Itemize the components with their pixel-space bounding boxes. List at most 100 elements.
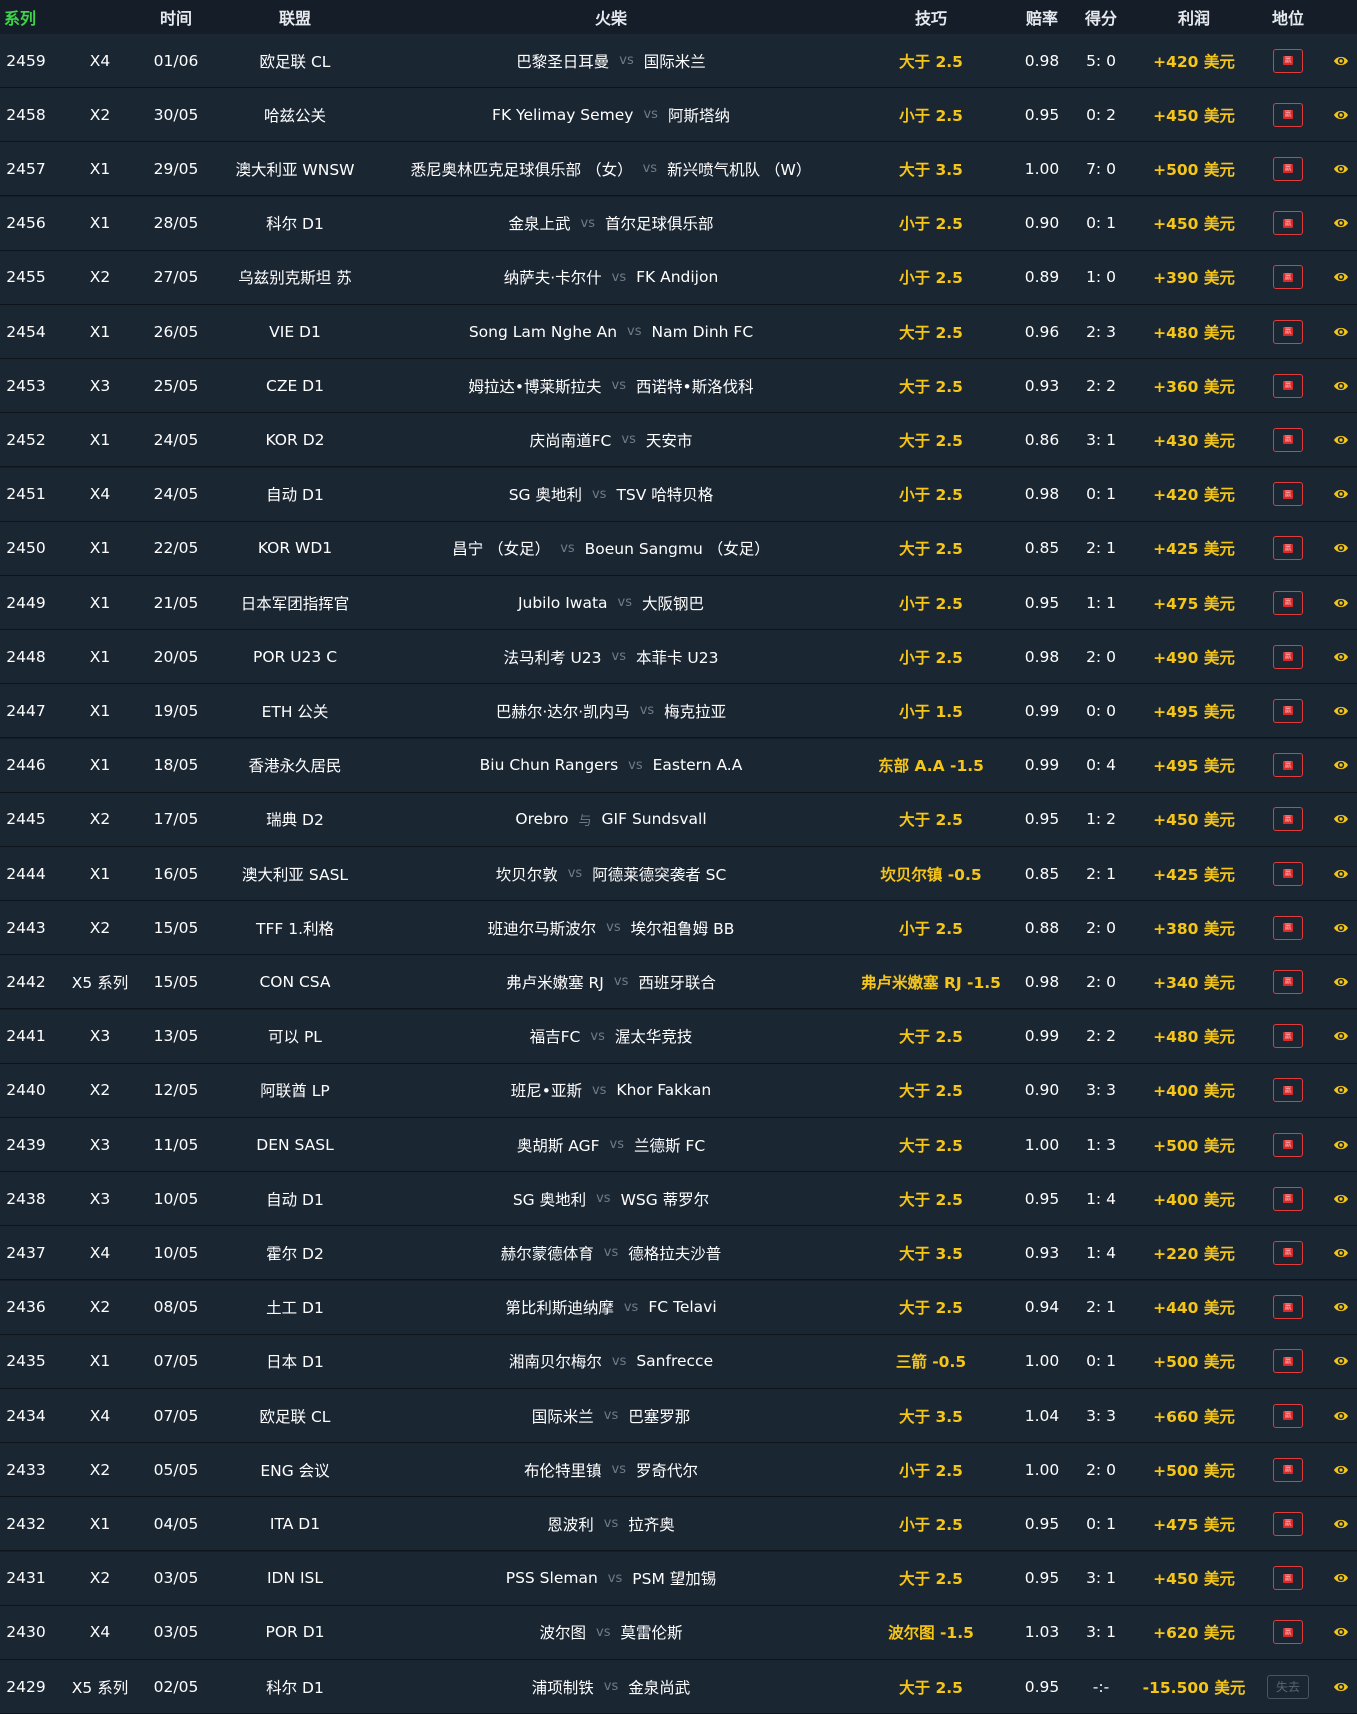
eye-icon[interactable] <box>1333 1571 1349 1585</box>
table-row[interactable]: 2431 X2 03/05 IDN ISL PSS Sleman vs PSM … <box>0 1551 1357 1606</box>
eye-icon[interactable] <box>1333 541 1349 555</box>
eye-icon[interactable] <box>1333 596 1349 610</box>
view-details[interactable] <box>1324 34 1357 87</box>
table-row[interactable]: 2443 X2 15/05 TFF 1.利格 班迪尔马斯波尔 vs 埃尔祖鲁姆 … <box>0 901 1357 956</box>
view-details[interactable] <box>1324 1443 1357 1496</box>
table-row[interactable]: 2450 X1 22/05 KOR WD1 昌宁 （女足） vs Boeun S… <box>0 521 1357 576</box>
view-details[interactable] <box>1324 901 1357 954</box>
header-league[interactable]: 联盟 <box>212 0 378 34</box>
table-row[interactable]: 2453 X3 25/05 CZE D1 姆拉达•博莱斯拉夫 vs 西诺特•斯洛… <box>0 359 1357 414</box>
header-series[interactable]: 系列 <box>4 0 56 34</box>
view-details[interactable] <box>1324 793 1357 846</box>
view-details[interactable] <box>1324 576 1357 629</box>
eye-icon[interactable] <box>1333 1463 1349 1477</box>
eye-icon[interactable] <box>1333 704 1349 718</box>
view-details[interactable] <box>1324 1389 1357 1442</box>
view-details[interactable] <box>1324 522 1357 575</box>
eye-icon[interactable] <box>1333 108 1349 122</box>
view-details[interactable] <box>1324 305 1357 358</box>
row-match[interactable]: 赫尔蒙德体育 vs 德格拉夫沙普 <box>378 1226 844 1279</box>
eye-icon[interactable] <box>1333 1300 1349 1314</box>
eye-icon[interactable] <box>1333 812 1349 826</box>
row-match[interactable]: 悉尼奥林匹克足球俱乐部 （女） vs 新兴喷气机队 （W） <box>378 142 844 195</box>
row-match[interactable]: 浦项制铁 vs 金泉尚武 <box>378 1660 844 1713</box>
view-details[interactable] <box>1324 1606 1357 1659</box>
row-match[interactable]: 昌宁 （女足） vs Boeun Sangmu （女足） <box>378 522 844 575</box>
view-details[interactable] <box>1324 684 1357 737</box>
view-details[interactable] <box>1324 1118 1357 1171</box>
view-details[interactable] <box>1324 630 1357 683</box>
row-match[interactable]: Song Lam Nghe An vs Nam Dinh FC <box>378 305 844 358</box>
row-match[interactable]: 布伦特里镇 vs 罗奇代尔 <box>378 1443 844 1496</box>
row-match[interactable]: Biu Chun Rangers vs Eastern A.A <box>378 739 844 792</box>
table-row[interactable]: 2451 X4 24/05 自动 D1 SG 奥地利 vs TSV 哈特贝格 小… <box>0 467 1357 522</box>
table-row[interactable]: 2447 X1 19/05 ETH 公关 巴赫尔·达尔·凯内马 vs 梅克拉亚 … <box>0 684 1357 739</box>
table-row[interactable]: 2442 X5 系列 15/05 CON CSA 弗卢米嫩塞 RJ vs 西班牙… <box>0 955 1357 1010</box>
eye-icon[interactable] <box>1333 921 1349 935</box>
view-details[interactable] <box>1324 359 1357 412</box>
view-details[interactable] <box>1324 1010 1357 1063</box>
table-row[interactable]: 2441 X3 13/05 可以 PL 福吉FC vs 渥太华竞技 大于 2.5… <box>0 1009 1357 1064</box>
eye-icon[interactable] <box>1333 867 1349 881</box>
row-match[interactable]: SG 奥地利 vs TSV 哈特贝格 <box>378 468 844 521</box>
row-match[interactable]: 弗卢米嫩塞 RJ vs 西班牙联合 <box>378 955 844 1008</box>
header-time[interactable]: 时间 <box>140 0 212 34</box>
table-row[interactable]: 2458 X2 30/05 哈兹公关 FK Yelimay Semey vs 阿… <box>0 88 1357 143</box>
view-details[interactable] <box>1324 197 1357 250</box>
table-row[interactable]: 2455 X2 27/05 乌兹别克斯坦 苏 纳萨夫·卡尔什 vs FK And… <box>0 250 1357 305</box>
table-row[interactable]: 2444 X1 16/05 澳大利亚 SASL 坎贝尔敦 vs 阿德莱德突袭者 … <box>0 847 1357 901</box>
view-details[interactable] <box>1324 1281 1357 1334</box>
eye-icon[interactable] <box>1333 162 1349 176</box>
table-row[interactable]: 2433 X2 05/05 ENG 会议 布伦特里镇 vs 罗奇代尔 小于 2.… <box>0 1443 1357 1498</box>
eye-icon[interactable] <box>1333 1680 1349 1694</box>
table-row[interactable]: 2429 X5 系列 02/05 科尔 D1 浦项制铁 vs 金泉尚武 大于 2… <box>0 1660 1357 1714</box>
table-row[interactable]: 2440 X2 12/05 阿联酋 LP 班尼•亚斯 vs Khor Fakka… <box>0 1063 1357 1118</box>
eye-icon[interactable] <box>1333 650 1349 664</box>
row-match[interactable]: Jubilo Iwata vs 大阪钢巴 <box>378 576 844 629</box>
header-odds[interactable]: 赔率 <box>1018 0 1066 34</box>
view-details[interactable] <box>1324 1552 1357 1605</box>
row-match[interactable]: 班尼•亚斯 vs Khor Fakkan <box>378 1064 844 1117</box>
eye-icon[interactable] <box>1333 379 1349 393</box>
eye-icon[interactable] <box>1333 270 1349 284</box>
eye-icon[interactable] <box>1333 1354 1349 1368</box>
table-row[interactable]: 2456 X1 28/05 科尔 D1 金泉上武 vs 首尔足球俱乐部 小于 2… <box>0 196 1357 251</box>
eye-icon[interactable] <box>1333 216 1349 230</box>
row-match[interactable]: 奥胡斯 AGF vs 兰德斯 FC <box>378 1118 844 1171</box>
row-match[interactable]: 湘南贝尔梅尔 vs Sanfrecce <box>378 1335 844 1388</box>
table-row[interactable]: 2436 X2 08/05 土工 D1 第比利斯迪纳摩 vs FC Telavi… <box>0 1280 1357 1335</box>
table-row[interactable]: 2457 X1 29/05 澳大利亚 WNSW 悉尼奥林匹克足球俱乐部 （女） … <box>0 142 1357 197</box>
eye-icon[interactable] <box>1333 325 1349 339</box>
eye-icon[interactable] <box>1333 433 1349 447</box>
table-row[interactable]: 2439 X3 11/05 DEN SASL 奥胡斯 AGF vs 兰德斯 FC… <box>0 1118 1357 1172</box>
row-match[interactable]: Orebro 与 GIF Sundsvall <box>378 793 844 846</box>
header-status[interactable]: 地位 <box>1252 0 1324 34</box>
view-details[interactable] <box>1324 413 1357 466</box>
row-match[interactable]: 纳萨夫·卡尔什 vs FK Andijon <box>378 251 844 304</box>
table-row[interactable]: 2438 X3 10/05 自动 D1 SG 奥地利 vs WSG 蒂罗尔 大于… <box>0 1172 1357 1227</box>
eye-icon[interactable] <box>1333 758 1349 772</box>
view-details[interactable] <box>1324 1335 1357 1388</box>
row-match[interactable]: 福吉FC vs 渥太华竞技 <box>378 1010 844 1063</box>
row-match[interactable]: 波尔图 vs 莫雷伦斯 <box>378 1606 844 1659</box>
view-details[interactable] <box>1324 142 1357 195</box>
view-details[interactable] <box>1324 1660 1357 1713</box>
row-match[interactable]: FK Yelimay Semey vs 阿斯塔纳 <box>378 88 844 141</box>
row-match[interactable]: 姆拉达•博莱斯拉夫 vs 西诺特•斯洛伐科 <box>378 359 844 412</box>
view-details[interactable] <box>1324 1172 1357 1225</box>
eye-icon[interactable] <box>1333 1192 1349 1206</box>
header-tip[interactable]: 技巧 <box>844 0 1018 34</box>
view-details[interactable] <box>1324 1064 1357 1117</box>
table-row[interactable]: 2454 X1 26/05 VIE D1 Song Lam Nghe An vs… <box>0 305 1357 359</box>
eye-icon[interactable] <box>1333 1625 1349 1639</box>
header-profit[interactable]: 利润 <box>1136 0 1252 34</box>
row-match[interactable]: 法马利考 U23 vs 本菲卡 U23 <box>378 630 844 683</box>
view-details[interactable] <box>1324 1226 1357 1279</box>
row-match[interactable]: 国际米兰 vs 巴塞罗那 <box>378 1389 844 1442</box>
table-row[interactable]: 2432 X1 04/05 ITA D1 恩波利 vs 拉齐奥 小于 2.5 0… <box>0 1497 1357 1552</box>
view-details[interactable] <box>1324 88 1357 141</box>
row-match[interactable]: 巴赫尔·达尔·凯内马 vs 梅克拉亚 <box>378 684 844 737</box>
table-row[interactable]: 2437 X4 10/05 霍尔 D2 赫尔蒙德体育 vs 德格拉夫沙普 大于 … <box>0 1226 1357 1281</box>
table-row[interactable]: 2452 X1 24/05 KOR D2 庆尚南道FC vs 天安市 大于 2.… <box>0 413 1357 468</box>
row-match[interactable]: 巴黎圣日耳曼 vs 国际米兰 <box>378 34 844 87</box>
